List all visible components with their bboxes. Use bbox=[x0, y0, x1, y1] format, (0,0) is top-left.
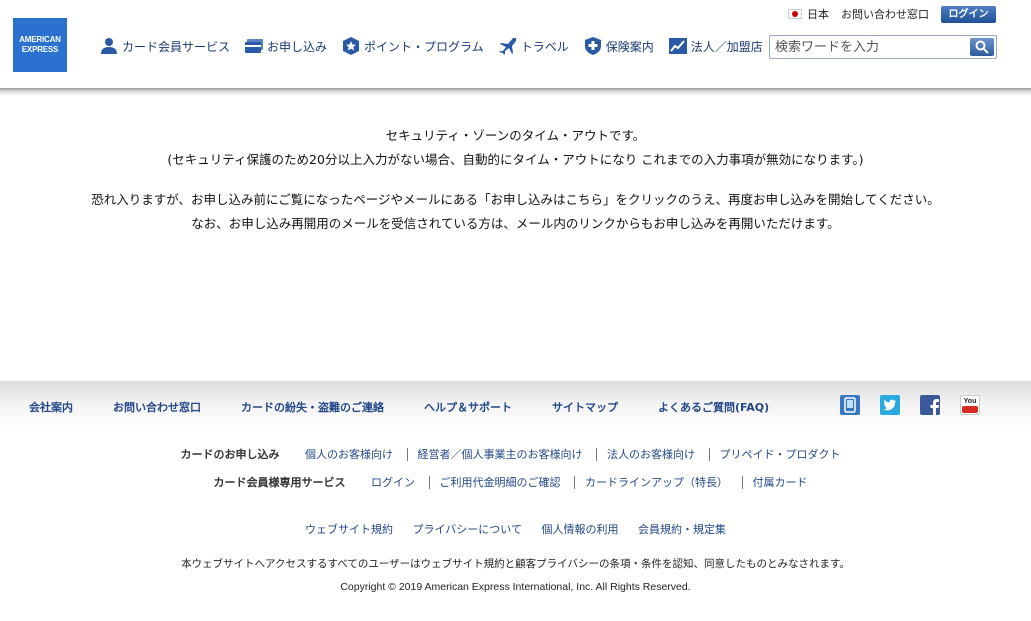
footer-link-lost-card[interactable]: カードの紛失・盗難のご連絡 bbox=[241, 399, 384, 415]
nav-label: カード会員サービス bbox=[122, 39, 231, 54]
search-icon bbox=[975, 40, 989, 54]
apply-link-personal[interactable]: 個人のお客様向け bbox=[295, 448, 403, 461]
member-link-lineup[interactable]: カードラインアップ（特長） bbox=[574, 476, 738, 489]
country-link[interactable]: 日本 bbox=[807, 6, 829, 22]
member-heading: カード会員様専用サービス bbox=[213, 476, 346, 489]
member-link-statement[interactable]: ご利用代金明細のご確認 bbox=[428, 476, 571, 489]
footer-member-links: カード会員様専用サービス ログイン ご利用代金明細のご確認 カードラインアップ（… bbox=[0, 474, 1031, 490]
header: AMERICAN EXPRESS カード会員サービス お申し込み ポイント・プロ… bbox=[0, 0, 1031, 90]
footer-nav-bar: 会社案内 お問い合わせ窓口 カードの紛失・盗難のご連絡 ヘルプ＆サポート サイト… bbox=[0, 381, 1031, 429]
apply-link-corporate[interactable]: 法人のお客様向け bbox=[596, 448, 705, 461]
nav-travel[interactable]: トラベル bbox=[498, 36, 569, 56]
star-badge-icon bbox=[341, 36, 361, 56]
message-line-4: なお、お申し込み再開用のメールを受信されている方は、メール内のリンクからもお申し… bbox=[191, 216, 840, 231]
message-line-3: 恐れ入りますが、お申し込み前にご覧になったページやメールにある「お申し込みはこち… bbox=[91, 192, 940, 207]
search-button[interactable] bbox=[970, 38, 994, 56]
footer-link-company[interactable]: 会社案内 bbox=[29, 399, 73, 415]
legal-link-personal-info[interactable]: 個人情報の利用 bbox=[533, 523, 626, 536]
footer-apply-links: カードのお申し込み 個人のお客様向け 経営者／個人事業主のお客様向け 法人のお客… bbox=[0, 446, 1031, 462]
card-icon bbox=[244, 36, 264, 56]
nav-insurance[interactable]: 保険案内 bbox=[583, 36, 654, 56]
nav-points[interactable]: ポイント・プログラム bbox=[341, 36, 484, 56]
footer-link-help[interactable]: ヘルプ＆サポート bbox=[424, 399, 512, 415]
member-link-supplementary[interactable]: 付属カード bbox=[741, 476, 818, 489]
amex-logo[interactable]: AMERICAN EXPRESS bbox=[13, 18, 67, 72]
japan-flag-icon bbox=[788, 9, 802, 19]
legal-link-terms[interactable]: ウェブサイト規約 bbox=[297, 523, 401, 536]
member-link-login[interactable]: ログイン bbox=[361, 476, 425, 489]
timeout-message: セキュリティ・ゾーンのタイム・アウトです。 (セキュリティ保護のため20分以上入… bbox=[0, 96, 1031, 381]
twitter-icon[interactable] bbox=[880, 395, 900, 415]
footer-legal-links: ウェブサイト規約 プライバシーについて 個人情報の利用 会員規約・規定集 bbox=[0, 521, 1031, 537]
chart-icon bbox=[668, 36, 688, 56]
header-shadow bbox=[0, 88, 1031, 96]
shield-icon bbox=[583, 36, 603, 56]
legal-link-privacy[interactable]: プライバシーについて bbox=[405, 523, 530, 536]
message-line-2: (セキュリティ保護のため20分以上入力がない場合、自動的にタイム・アウトになり … bbox=[167, 152, 864, 167]
apply-heading: カードのお申し込み bbox=[180, 448, 280, 461]
footer-link-faq[interactable]: よくあるご質問(FAQ) bbox=[658, 399, 769, 415]
contact-link[interactable]: お問い合わせ窓口 bbox=[841, 6, 929, 22]
footer-link-sitemap[interactable]: サイトマップ bbox=[552, 399, 618, 415]
facebook-icon[interactable] bbox=[920, 395, 940, 415]
mobile-icon[interactable] bbox=[840, 395, 860, 415]
logo-line2: EXPRESS bbox=[21, 45, 59, 54]
nav-label: 法人／加盟店 bbox=[690, 39, 763, 54]
logo-line1: AMERICAN bbox=[19, 35, 61, 44]
nav-label: トラベル bbox=[520, 39, 569, 54]
search-input[interactable] bbox=[770, 37, 966, 57]
nav-label: お申し込み bbox=[267, 39, 328, 54]
nav-label: 保険案内 bbox=[605, 39, 654, 54]
nav-corporate[interactable]: 法人／加盟店 bbox=[668, 36, 763, 56]
apply-link-business-owner[interactable]: 経営者／個人事業主のお客様向け bbox=[406, 448, 593, 461]
person-icon bbox=[99, 36, 119, 56]
disclaimer: 本ウェブサイトへアクセスするすべてのユーザーはウェブサイト規約と顧客プライバシー… bbox=[181, 558, 850, 570]
nav-card-member-services[interactable]: カード会員サービス bbox=[99, 36, 230, 56]
nav-apply[interactable]: お申し込み bbox=[244, 36, 327, 56]
youtube-tube bbox=[962, 405, 978, 413]
login-button[interactable]: ログイン bbox=[941, 5, 996, 23]
copyright: Copyright © 2019 American Express Intern… bbox=[340, 581, 691, 593]
youtube-label: You bbox=[963, 397, 977, 405]
social-links: You bbox=[840, 395, 1000, 415]
search-box bbox=[769, 35, 997, 59]
message-line-1: セキュリティ・ゾーンのタイム・アウトです。 bbox=[385, 128, 646, 143]
legal-link-member-agreement[interactable]: 会員規約・規定集 bbox=[630, 523, 734, 536]
youtube-icon[interactable]: You bbox=[960, 395, 980, 415]
footer-nav: 会社案内 お問い合わせ窓口 カードの紛失・盗難のご連絡 ヘルプ＆サポート サイト… bbox=[29, 399, 809, 415]
airplane-icon bbox=[498, 36, 518, 56]
apply-link-prepaid[interactable]: プリペイド・プロダクト bbox=[708, 448, 851, 461]
footer-link-contact[interactable]: お問い合わせ窓口 bbox=[113, 399, 201, 415]
nav-label: ポイント・プログラム bbox=[364, 39, 484, 54]
utility-bar: 日本 お問い合わせ窓口 ログイン bbox=[788, 5, 996, 23]
main-nav: カード会員サービス お申し込み ポイント・プログラム トラベル 保険案内 法人／… bbox=[99, 34, 777, 58]
